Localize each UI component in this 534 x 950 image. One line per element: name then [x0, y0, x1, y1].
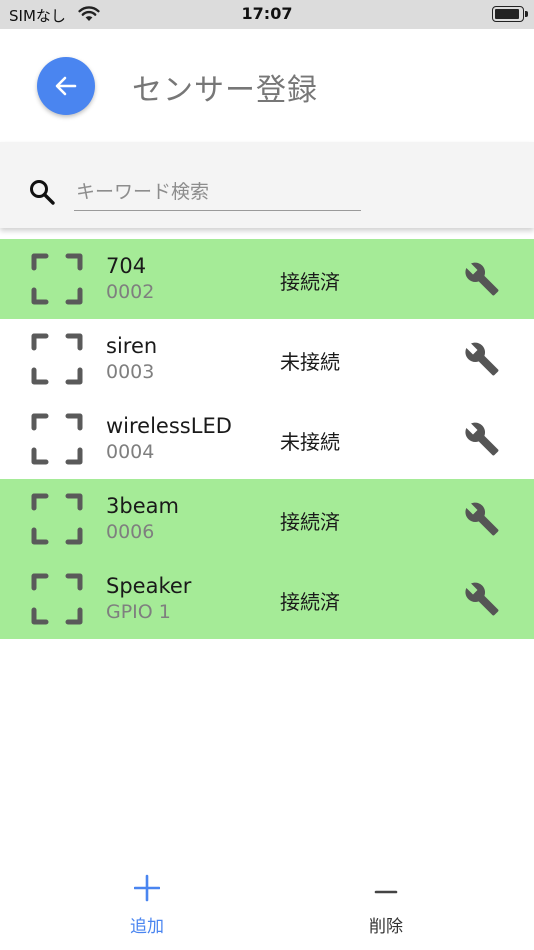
sensor-row[interactable]: 704 0002 接続済 [0, 239, 534, 319]
sensor-name: 704 [106, 254, 147, 278]
status-time: 17:07 [241, 4, 293, 23]
back-button[interactable] [37, 57, 95, 115]
page-title: センサー登録 [132, 73, 318, 108]
wrench-icon[interactable] [464, 421, 500, 457]
sensor-name: wirelessLED [106, 414, 232, 438]
delete-button[interactable]: 削除 [326, 870, 446, 937]
plus-icon [87, 870, 207, 906]
battery-icon [492, 6, 528, 22]
sensor-status: 未接続 [280, 350, 340, 374]
search-panel [0, 142, 534, 228]
wrench-icon[interactable] [464, 581, 500, 617]
add-label: 追加 [130, 917, 164, 937]
search-input[interactable] [74, 174, 361, 211]
sensor-row[interactable]: Speaker GPIO 1 接続済 [0, 559, 534, 639]
sensor-id: 0006 [106, 521, 155, 543]
arrow-left-icon [55, 76, 77, 96]
sensor-row[interactable]: siren 0003 未接続 [0, 319, 534, 399]
sensor-row[interactable]: wirelessLED 0004 未接続 [0, 399, 534, 479]
add-button[interactable]: 追加 [87, 870, 207, 937]
scan-frame-icon [31, 493, 83, 545]
delete-label: 削除 [369, 917, 403, 937]
sensor-status: 未接続 [280, 430, 340, 454]
wrench-icon[interactable] [464, 501, 500, 537]
wrench-icon[interactable] [464, 341, 500, 377]
search-icon [28, 178, 56, 210]
scan-frame-icon [31, 573, 83, 625]
scan-frame-icon [31, 413, 83, 465]
bottom-bar: 追加 削除 [0, 860, 534, 950]
sensor-name: siren [106, 334, 158, 358]
sensor-name: Speaker [106, 574, 192, 598]
wrench-icon[interactable] [464, 261, 500, 297]
sensor-list: 704 0002 接続済 siren 0003 未接続 wirelessLED … [0, 239, 534, 639]
sensor-id: 0003 [106, 361, 155, 383]
sensor-status: 接続済 [280, 270, 340, 294]
sensor-id: GPIO 1 [106, 601, 171, 623]
scan-frame-icon [31, 333, 83, 385]
sensor-id: 0004 [106, 441, 155, 463]
minus-icon [326, 870, 446, 906]
app-header: センサー登録 [0, 29, 534, 140]
scan-frame-icon [31, 253, 83, 305]
sensor-name: 3beam [106, 494, 179, 518]
sensor-status: 接続済 [280, 510, 340, 534]
sensor-id: 0002 [106, 281, 155, 303]
status-bar: SIMなし 17:07 [0, 0, 534, 29]
sensor-status: 接続済 [280, 590, 340, 614]
sensor-row[interactable]: 3beam 0006 接続済 [0, 479, 534, 559]
